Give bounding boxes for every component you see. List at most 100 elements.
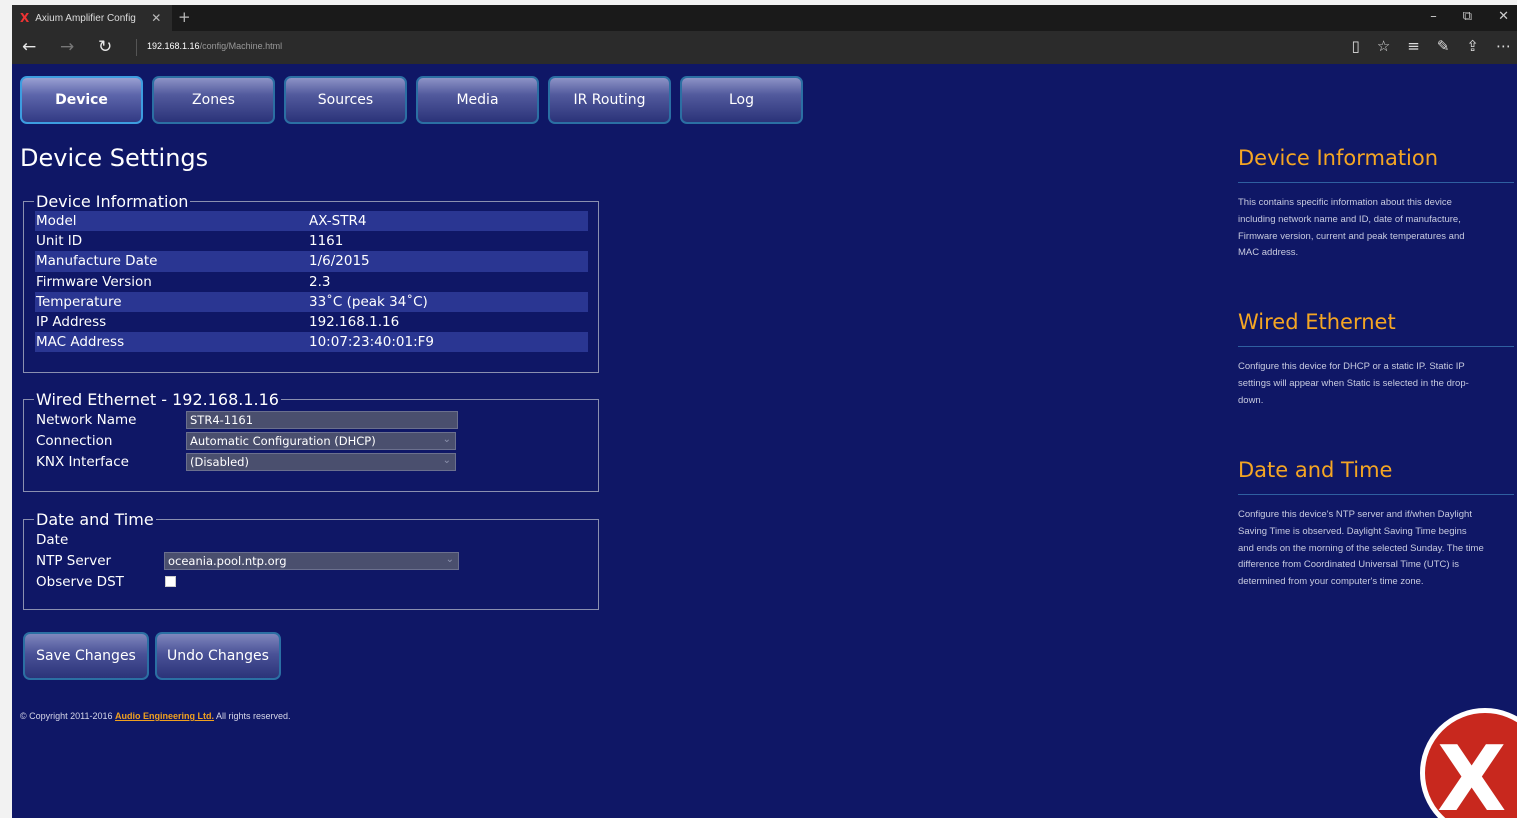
wired-ethernet-section: Wired Ethernet - 192.168.1.16 Network Na…: [23, 390, 599, 492]
browser-tab[interactable]: X Axium Amplifier Config ✕: [12, 5, 172, 31]
info-label: Temperature: [36, 293, 122, 310]
network-name-label: Network Name: [36, 411, 137, 428]
page-title: Device Settings: [20, 144, 209, 172]
info-value: 33˚C (peak 34˚C): [309, 293, 428, 310]
url-path: /config/Machine.html: [199, 41, 283, 51]
info-row-unit-id: Unit ID 1161: [35, 231, 588, 251]
info-value: 1161: [309, 233, 344, 250]
tab-media[interactable]: Media: [416, 76, 539, 124]
reading-view-icon[interactable]: ▯: [1352, 37, 1360, 55]
info-label: IP Address: [36, 314, 107, 331]
ntp-server-select[interactable]: oceania.pool.ntp.org ⌄: [164, 551, 459, 570]
device-info-legend: Device Information: [36, 192, 189, 211]
ntp-row: NTP Server oceania.pool.ntp.org ⌄: [35, 550, 588, 571]
url-divider: [136, 39, 137, 56]
ntp-label: NTP Server: [36, 552, 112, 569]
tab-sources[interactable]: Sources: [284, 76, 407, 124]
forward-arrow-icon[interactable]: →: [60, 37, 74, 57]
info-value: 192.168.1.16: [309, 314, 400, 331]
help-text: Configure this device for DHCP or a stat…: [1238, 361, 1469, 406]
tab-title: Axium Amplifier Config: [35, 12, 136, 24]
help-device-info: Device Information This contains specifi…: [1238, 146, 1514, 262]
browser-address-bar: ← → ↻ 192.168.1.16/config/Machine.html ▯…: [12, 31, 1517, 64]
copyright-prefix: © Copyright 2011-2016: [20, 711, 116, 721]
desktop-edge: [0, 0, 12, 818]
date-label: Date: [36, 531, 69, 548]
info-label: Model: [36, 213, 77, 230]
refresh-icon[interactable]: ↻: [98, 37, 112, 57]
info-label: Firmware Version: [36, 273, 152, 290]
help-text: Configure this device's NTP server and i…: [1238, 509, 1484, 588]
help-title: Device Information: [1238, 146, 1439, 170]
help-wired-ethernet: Wired Ethernet Configure this device for…: [1238, 310, 1514, 409]
observe-dst-checkbox[interactable]: [165, 576, 176, 587]
help-text: This contains specific information about…: [1238, 197, 1465, 259]
knx-row: KNX Interface (Disabled) ⌄: [35, 451, 588, 472]
axium-logo: X: [1420, 708, 1517, 818]
copyright-footer: © Copyright 2011-2016 Audio Engineering …: [20, 711, 291, 721]
info-row-model: Model AX-STR4: [35, 211, 588, 232]
share-icon[interactable]: ⇪: [1466, 37, 1479, 55]
info-value: AX-STR4: [309, 213, 367, 230]
network-name-row: Network Name STR4-1161: [35, 409, 588, 430]
favicon-icon: X: [20, 11, 30, 25]
info-row-ip-address: IP Address 192.168.1.16: [35, 312, 588, 332]
web-note-icon[interactable]: ✎: [1437, 37, 1450, 55]
url-field[interactable]: 192.168.1.16/config/Machine.html: [147, 41, 282, 51]
info-row-firmware: Firmware Version 2.3: [35, 272, 588, 292]
info-row-mac-address: MAC Address 10:07:23:40:01:F9: [35, 332, 588, 353]
minimize-icon[interactable]: –: [1430, 9, 1437, 24]
config-page: Device Zones Sources Media IR Routing Lo…: [12, 64, 1517, 818]
help-divider: [1238, 494, 1514, 495]
undo-changes-button[interactable]: Undo Changes: [155, 632, 281, 680]
knx-value: (Disabled): [190, 454, 249, 469]
date-time-section: Date and Time Date NTP Server oceania.po…: [23, 510, 599, 610]
info-value: 10:07:23:40:01:F9: [309, 334, 434, 351]
help-divider: [1238, 182, 1514, 183]
favorite-star-icon[interactable]: ☆: [1377, 37, 1390, 55]
hub-icon[interactable]: ≡: [1407, 37, 1420, 55]
info-value: 2.3: [309, 273, 331, 290]
info-label: Unit ID: [36, 233, 83, 250]
connection-label: Connection: [36, 432, 113, 449]
tab-zones[interactable]: Zones: [152, 76, 275, 124]
chevron-down-icon: ⌄: [442, 454, 451, 466]
help-date-time: Date and Time Configure this device's NT…: [1238, 458, 1514, 591]
browser-titlebar: X Axium Amplifier Config ✕ + – ⧉ ✕: [12, 5, 1517, 31]
network-name-input[interactable]: STR4-1161: [186, 410, 458, 429]
info-value: 1/6/2015: [309, 253, 370, 270]
more-icon[interactable]: ⋯: [1496, 37, 1511, 55]
chevron-down-icon: ⌄: [442, 433, 451, 445]
help-divider: [1238, 346, 1514, 347]
main-nav: Device Zones Sources Media IR Routing Lo…: [20, 76, 803, 124]
new-tab-icon[interactable]: +: [178, 8, 191, 26]
connection-row: Connection Automatic Configuration (DHCP…: [35, 430, 588, 451]
copyright-suffix: All rights reserved.: [214, 711, 291, 721]
date-row: Date: [35, 529, 588, 550]
info-label: Manufacture Date: [36, 253, 158, 270]
tab-device[interactable]: Device: [20, 76, 143, 124]
connection-value: Automatic Configuration (DHCP): [190, 433, 376, 448]
help-title: Date and Time: [1238, 458, 1393, 482]
save-changes-button[interactable]: Save Changes: [23, 632, 149, 680]
tab-log[interactable]: Log: [680, 76, 803, 124]
logo-x-icon: X: [1437, 727, 1507, 818]
chevron-down-icon: ⌄: [445, 553, 454, 565]
back-arrow-icon[interactable]: ←: [22, 37, 36, 57]
close-window-icon[interactable]: ✕: [1498, 9, 1509, 24]
restore-icon[interactable]: ⧉: [1463, 9, 1472, 24]
close-tab-icon[interactable]: ✕: [151, 11, 161, 25]
knx-select[interactable]: (Disabled) ⌄: [186, 452, 456, 471]
help-title: Wired Ethernet: [1238, 310, 1396, 334]
knx-label: KNX Interface: [36, 453, 129, 470]
url-host: 192.168.1.16: [147, 41, 200, 51]
info-label: MAC Address: [36, 334, 125, 351]
ntp-value: oceania.pool.ntp.org: [168, 553, 287, 568]
info-row-temperature: Temperature 33˚C (peak 34˚C): [35, 291, 588, 312]
wired-ethernet-legend: Wired Ethernet - 192.168.1.16: [36, 390, 279, 409]
dst-row: Observe DST: [35, 571, 588, 592]
device-info-section: Device Information Model AX-STR4 Unit ID…: [23, 192, 599, 373]
company-link[interactable]: Audio Engineering Ltd.: [115, 711, 214, 721]
tab-ir-routing[interactable]: IR Routing: [548, 76, 671, 124]
connection-select[interactable]: Automatic Configuration (DHCP) ⌄: [186, 431, 456, 450]
